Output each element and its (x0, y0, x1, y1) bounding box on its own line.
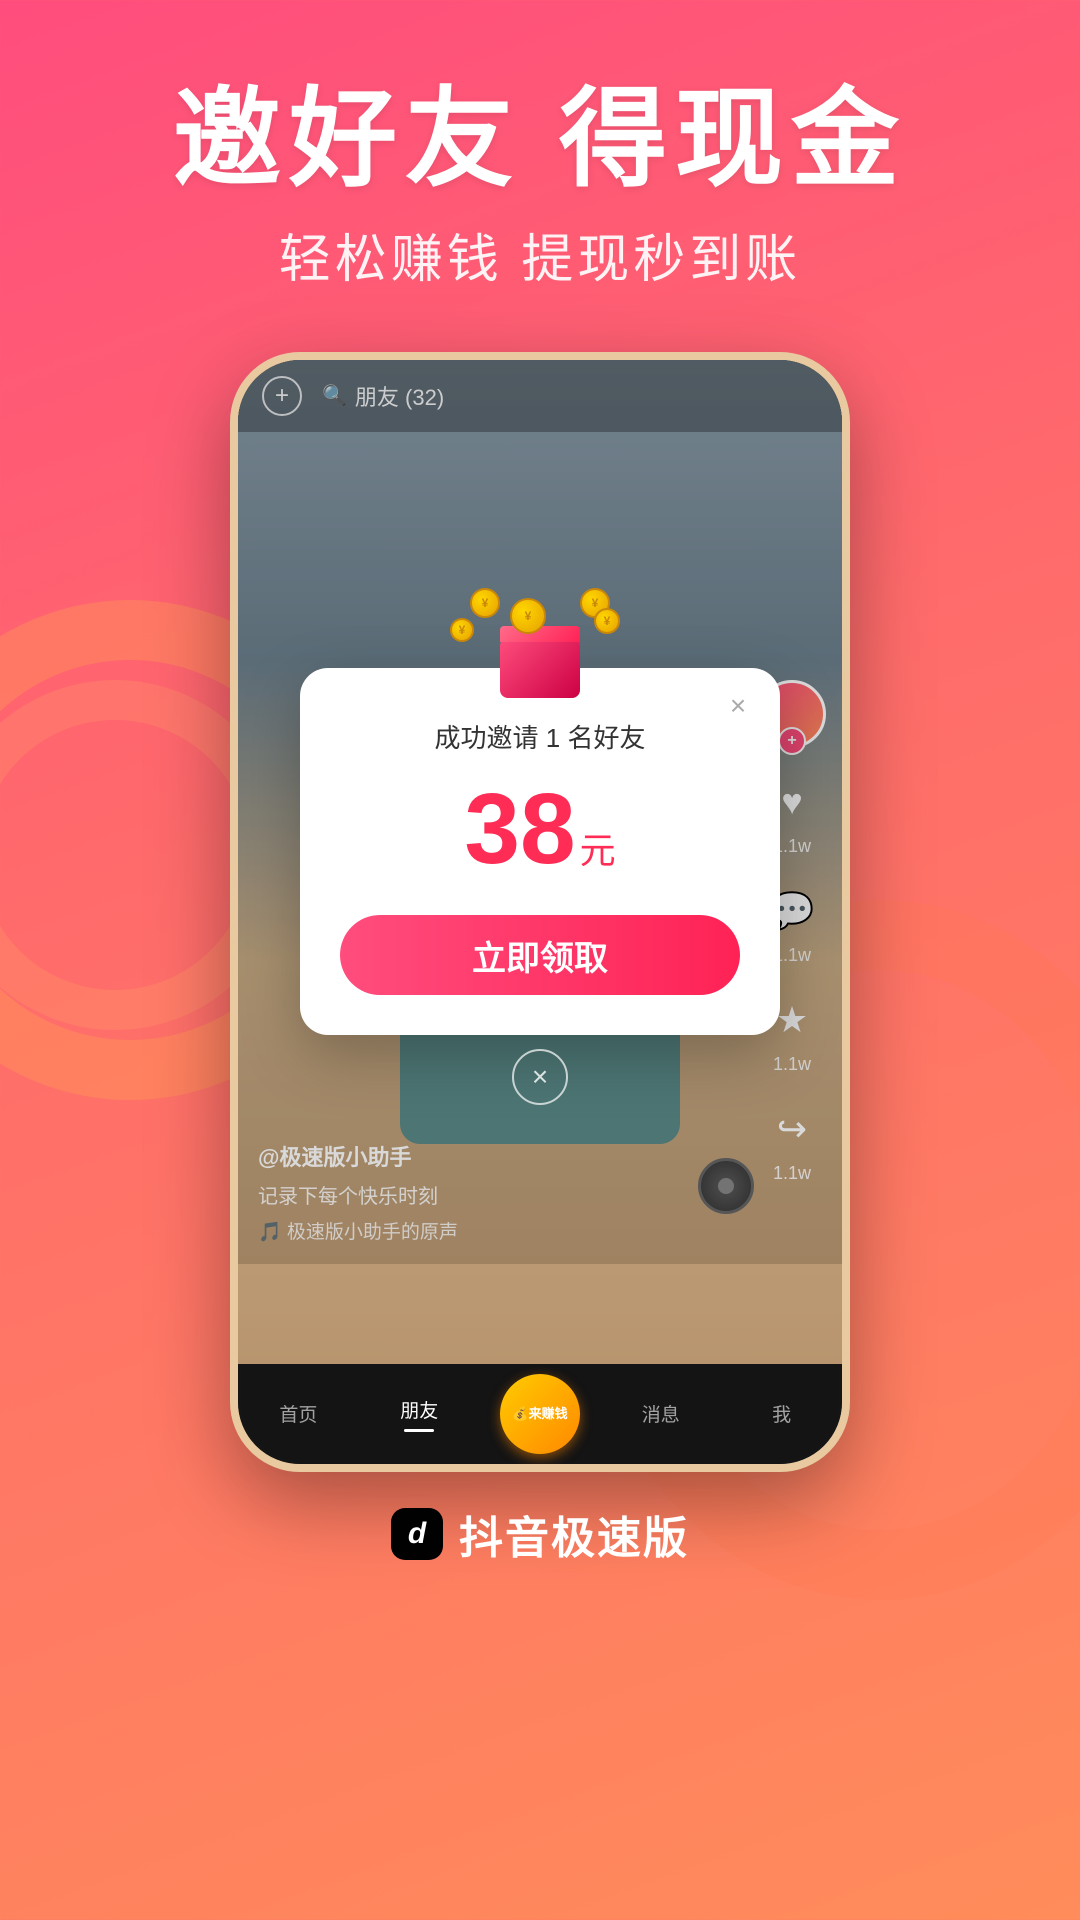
modal-coins-decoration: ¥ ¥ ¥ ¥ ¥ (440, 588, 640, 698)
bottom-navigation: 首页 朋友 💰 来赚钱 消息 我 (238, 1364, 842, 1464)
modal-subtitle: 成功邀请 1 名好友 (340, 718, 740, 755)
nav-active-indicator (404, 1429, 434, 1432)
nav-messages[interactable]: 消息 (600, 1400, 721, 1427)
nav-friends[interactable]: 朋友 (359, 1396, 480, 1432)
modal-close-button[interactable]: × (720, 688, 756, 724)
nav-profile-label: 我 (772, 1400, 791, 1427)
main-title: 邀好友 得现金 (0, 80, 1080, 199)
dismiss-modal-button[interactable]: × (512, 1049, 568, 1105)
earn-badge: 💰 来赚钱 (500, 1374, 580, 1454)
earn-badge-text: 来赚钱 (529, 1406, 568, 1422)
phone-screen: + 🔍 朋友 (32) ♥ 1.1w 💬 1.1w (238, 360, 842, 1364)
header-section: 邀好友 得现金 轻松赚钱 提现秒到账 (0, 0, 1080, 292)
app-branding: 抖音极速版 (0, 1472, 1080, 1586)
gift-box (500, 638, 580, 698)
coin-1: ¥ (470, 588, 500, 618)
nav-friends-label: 朋友 (400, 1396, 438, 1423)
tiktok-logo (391, 1508, 443, 1560)
coin-5: ¥ (594, 608, 620, 634)
nav-profile[interactable]: 我 (721, 1400, 842, 1427)
modal-overlay: ¥ ¥ ¥ ¥ ¥ × 成功邀请 1 名好友 38元 (238, 360, 842, 1264)
nav-messages-label: 消息 (642, 1400, 680, 1427)
sub-title: 轻松赚钱 提现秒到账 (0, 217, 1080, 292)
phone-wrapper: + 🔍 朋友 (32) ♥ 1.1w 💬 1.1w (0, 352, 1080, 1472)
reward-amount-section: 38元 (340, 779, 740, 879)
app-name-label: 抖音极速版 (459, 1502, 689, 1566)
phone-mockup: + 🔍 朋友 (32) ♥ 1.1w 💬 1.1w (230, 352, 850, 1472)
reward-unit: 元 (580, 830, 616, 871)
claim-reward-button[interactable]: 立即领取 (340, 915, 740, 995)
earn-badge-icon: 💰 (512, 1406, 528, 1422)
coin-2: ¥ (510, 598, 546, 634)
nav-home-label: 首页 (279, 1400, 317, 1427)
coins-container: ¥ ¥ ¥ ¥ ¥ (440, 588, 640, 698)
nav-home[interactable]: 首页 (238, 1400, 359, 1427)
reward-number: 38 (464, 773, 575, 885)
coin-4: ¥ (450, 618, 474, 642)
reward-modal: ¥ ¥ ¥ ¥ ¥ × 成功邀请 1 名好友 38元 (300, 668, 780, 1035)
